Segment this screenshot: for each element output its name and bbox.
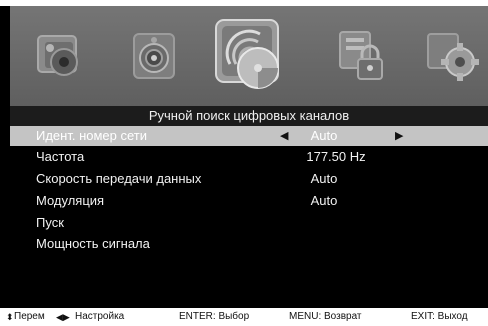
row-signal-strength[interactable]: Мощность сигнала (10, 234, 488, 254)
row-value: Auto (310, 128, 338, 143)
row-value: 177.50 Hz (306, 149, 366, 164)
tv-osd-menu: Ручной поиск цифровых каналов Идент. ном… (0, 6, 488, 308)
row-value: Auto (310, 193, 338, 208)
row-symbol-rate[interactable]: Скорость передачи данных Auto (10, 169, 488, 189)
row-label: Идент. номер сети (36, 128, 148, 143)
picture-icon[interactable] (32, 26, 88, 84)
hint-exit: EXIT: Выход (411, 311, 468, 322)
adjust-icon: ◀▶ (56, 312, 70, 322)
arrow-right-icon[interactable]: ▶ (395, 126, 403, 146)
hint-enter: ENTER: Выбор (179, 311, 250, 322)
settings-list: Идент. номер сети ◀ Auto ▶ Частота 177.5… (10, 126, 488, 282)
menu-title: Ручной поиск цифровых каналов (10, 106, 488, 126)
row-label: Частота (36, 149, 85, 164)
row-network-id[interactable]: Идент. номер сети ◀ Auto ▶ (10, 126, 488, 146)
channel-search-icon[interactable] (208, 16, 286, 92)
key-hint-bar: ⬍ Перем ◀▶ Настройка ENTER: Выбор MENU: … (0, 308, 488, 326)
row-frequency[interactable]: Частота 177.50 Hz (10, 147, 488, 167)
hint-move: Перем (14, 311, 45, 322)
row-label: Скорость передачи данных (36, 171, 202, 186)
settings-icon[interactable] (424, 26, 480, 84)
row-label: Мощность сигнала (36, 236, 150, 251)
menu-icon-bar (10, 6, 488, 106)
hint-adjust: Настройка (75, 311, 125, 322)
row-label: Пуск (36, 215, 64, 230)
move-icon: ⬍ (6, 312, 14, 322)
row-start[interactable]: Пуск (10, 213, 488, 233)
row-value: Auto (310, 171, 338, 186)
sound-icon[interactable] (126, 26, 182, 84)
row-modulation[interactable]: Модуляция Auto (10, 191, 488, 211)
hint-menu: MENU: Возврат (289, 311, 362, 322)
lock-icon[interactable] (332, 26, 388, 84)
row-label: Модуляция (36, 193, 105, 208)
